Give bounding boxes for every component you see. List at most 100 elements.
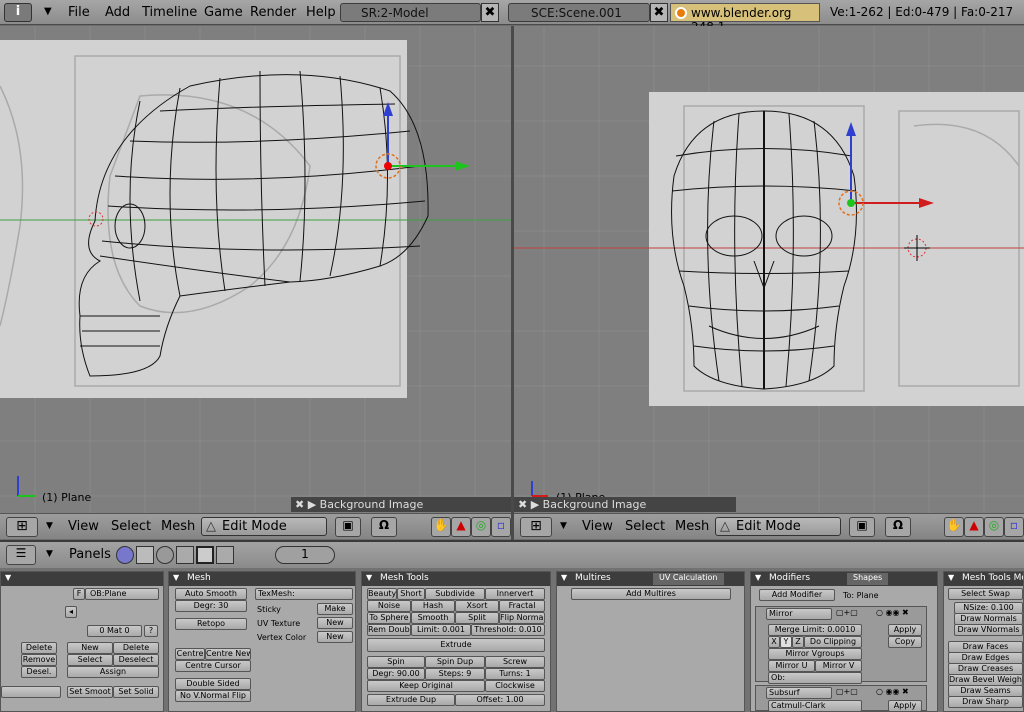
- close-scene-icon[interactable]: ✖: [650, 3, 668, 22]
- close-screen-icon[interactable]: ✖: [481, 3, 499, 22]
- split-button[interactable]: Split: [455, 612, 499, 624]
- set-solid-button[interactable]: Set Solid: [113, 686, 159, 698]
- chevron-down-icon[interactable]: ▼: [44, 6, 52, 17]
- fractal-button[interactable]: Fractal: [499, 600, 545, 612]
- short-toggle[interactable]: Short: [397, 588, 425, 600]
- to-sphere-button[interactable]: To Sphere: [367, 612, 411, 624]
- close-panel-icon[interactable]: ✖ ▶: [295, 498, 320, 511]
- multires-header[interactable]: Multires UV Calculation: [557, 572, 744, 586]
- limit-field[interactable]: Limit: 0.001: [411, 624, 471, 636]
- logic-icon[interactable]: [116, 546, 134, 564]
- texmesh-field[interactable]: TexMesh:: [255, 588, 353, 600]
- select-swap-button[interactable]: Select Swap: [948, 588, 1023, 600]
- spin-button[interactable]: Spin: [367, 656, 425, 668]
- menu-add[interactable]: Add: [105, 5, 130, 20]
- chevron-down-icon[interactable]: ▼: [46, 549, 53, 559]
- flip-normal-button[interactable]: Flip Normal: [499, 612, 545, 624]
- menu-help[interactable]: Help: [306, 5, 336, 20]
- draw-sharp-toggle[interactable]: Draw Sharp: [948, 696, 1023, 708]
- script-icon[interactable]: [136, 546, 154, 564]
- copy-button[interactable]: Copy: [888, 636, 922, 648]
- new-button[interactable]: New: [67, 642, 113, 654]
- axis-y-toggle[interactable]: Y: [780, 636, 792, 648]
- uv-calculation-tab[interactable]: UV Calculation: [653, 573, 724, 585]
- no-vnormal-flip-button[interactable]: No V.Normal Flip: [175, 690, 251, 702]
- mesh-panel-header[interactable]: Mesh: [169, 572, 355, 586]
- draw-type-icon[interactable]: ▣: [335, 517, 361, 537]
- background-image-panel-right[interactable]: ✖ ▶ Background Image: [514, 497, 736, 512]
- right-3d-viewport[interactable]: (1) Plane: [514, 26, 1024, 513]
- uv-texture-new-button[interactable]: New: [317, 617, 353, 629]
- axis-z-toggle[interactable]: Z: [792, 636, 804, 648]
- material-arrow[interactable]: ◂: [65, 606, 77, 618]
- mesh-tools-more-header[interactable]: Mesh Tools More: [944, 572, 1023, 586]
- do-clipping-toggle[interactable]: Do Clipping: [804, 636, 862, 648]
- rotate-icon[interactable]: ◎: [984, 517, 1004, 537]
- centre-cursor-button[interactable]: Centre Cursor: [175, 660, 251, 672]
- add-modifier-button[interactable]: Add Modifier: [759, 589, 835, 601]
- close-panel-icon[interactable]: ✖ ▶: [518, 498, 543, 511]
- mode-selector[interactable]: △ Edit Mode: [715, 517, 841, 536]
- view3d-editor-icon[interactable]: ⊞: [6, 517, 38, 537]
- subsurf-move-icons[interactable]: ○ ◉◉ ✖: [876, 687, 909, 696]
- translate-icon[interactable]: ▲: [451, 517, 471, 537]
- draw-type-icon[interactable]: ▣: [849, 517, 875, 537]
- mirror-object-field[interactable]: Ob:: [768, 672, 862, 684]
- set-smooth-button[interactable]: Set Smoot: [67, 686, 113, 698]
- mirror-v-toggle[interactable]: Mirror V: [815, 660, 862, 672]
- scale-icon[interactable]: ▫: [1004, 517, 1024, 537]
- editing-icon[interactable]: [196, 546, 214, 564]
- menu-select[interactable]: Select: [625, 519, 665, 534]
- modifiers-header[interactable]: Modifiers Shapes: [751, 572, 937, 586]
- translate-icon[interactable]: ▲: [964, 517, 984, 537]
- menu-game[interactable]: Game: [204, 5, 243, 20]
- menu-mesh[interactable]: Mesh: [161, 519, 195, 534]
- draw-vnormals-toggle[interactable]: Draw VNormals: [954, 624, 1023, 636]
- hash-button[interactable]: Hash: [411, 600, 455, 612]
- scene-icon[interactable]: [216, 546, 234, 564]
- clockwise-toggle[interactable]: Clockwise: [485, 680, 545, 692]
- extrude-button[interactable]: Extrude: [367, 638, 545, 652]
- subsurf-toggles[interactable]: ▢+▢: [836, 687, 858, 696]
- material-help[interactable]: ?: [144, 625, 158, 637]
- beauty-toggle[interactable]: Beauty: [367, 588, 397, 600]
- subdivide-button[interactable]: Subdivide: [425, 588, 485, 600]
- centre-button[interactable]: Centre: [175, 648, 205, 660]
- mirror-name[interactable]: Mirror: [766, 608, 832, 620]
- smooth-button[interactable]: Smooth: [411, 612, 455, 624]
- merge-limit-field[interactable]: Merge Limit: 0.0010: [768, 624, 862, 636]
- multires-tab[interactable]: Multires: [575, 573, 611, 583]
- extrude-dup-button[interactable]: Extrude Dup: [367, 694, 455, 706]
- auto-smooth-button[interactable]: Auto Smooth: [175, 588, 247, 600]
- turns-field[interactable]: Turns: 1: [485, 668, 545, 680]
- frame-field[interactable]: 1: [275, 546, 335, 564]
- background-image-panel-left[interactable]: ✖ ▶ Background Image: [291, 497, 511, 512]
- centre-new-button[interactable]: Centre New: [205, 648, 251, 660]
- spin-dup-button[interactable]: Spin Dup: [425, 656, 485, 668]
- slider-field[interactable]: [1, 686, 61, 698]
- remove-button[interactable]: Remove: [21, 654, 57, 666]
- shapes-tab[interactable]: Shapes: [847, 573, 889, 585]
- chevron-down-icon[interactable]: ▼: [46, 521, 53, 531]
- chevron-down-icon[interactable]: ▼: [560, 521, 567, 531]
- mirror-toggles[interactable]: ▢+▢: [836, 608, 858, 617]
- rem-doubles-button[interactable]: Rem Doubl: [367, 624, 411, 636]
- buttons-editor-icon[interactable]: ☰: [6, 545, 36, 565]
- view3d-editor-icon[interactable]: ⊞: [520, 517, 552, 537]
- keep-original-toggle[interactable]: Keep Original: [367, 680, 485, 692]
- degr-field[interactable]: Degr: 90.00: [367, 668, 425, 680]
- deselect-button[interactable]: Deselect: [113, 654, 159, 666]
- subsurf-apply-button[interactable]: Apply: [888, 700, 922, 712]
- info-icon[interactable]: i: [4, 3, 32, 22]
- axis-x-toggle[interactable]: X: [768, 636, 780, 648]
- move-icons[interactable]: ○ ◉◉ ✖: [876, 608, 909, 617]
- mirror-vgroups-toggle[interactable]: Mirror Vgroups: [768, 648, 862, 660]
- panels-label[interactable]: Panels: [69, 547, 111, 562]
- menu-timeline[interactable]: Timeline: [142, 5, 197, 20]
- desel-button[interactable]: Desel.: [21, 666, 57, 678]
- menu-mesh[interactable]: Mesh: [675, 519, 709, 534]
- vertex-color-new-button[interactable]: New: [317, 631, 353, 643]
- mesh-tools-header[interactable]: Mesh Tools: [362, 572, 550, 586]
- offset-field[interactable]: Offset: 1.00: [455, 694, 545, 706]
- viewport-divider[interactable]: [511, 26, 514, 540]
